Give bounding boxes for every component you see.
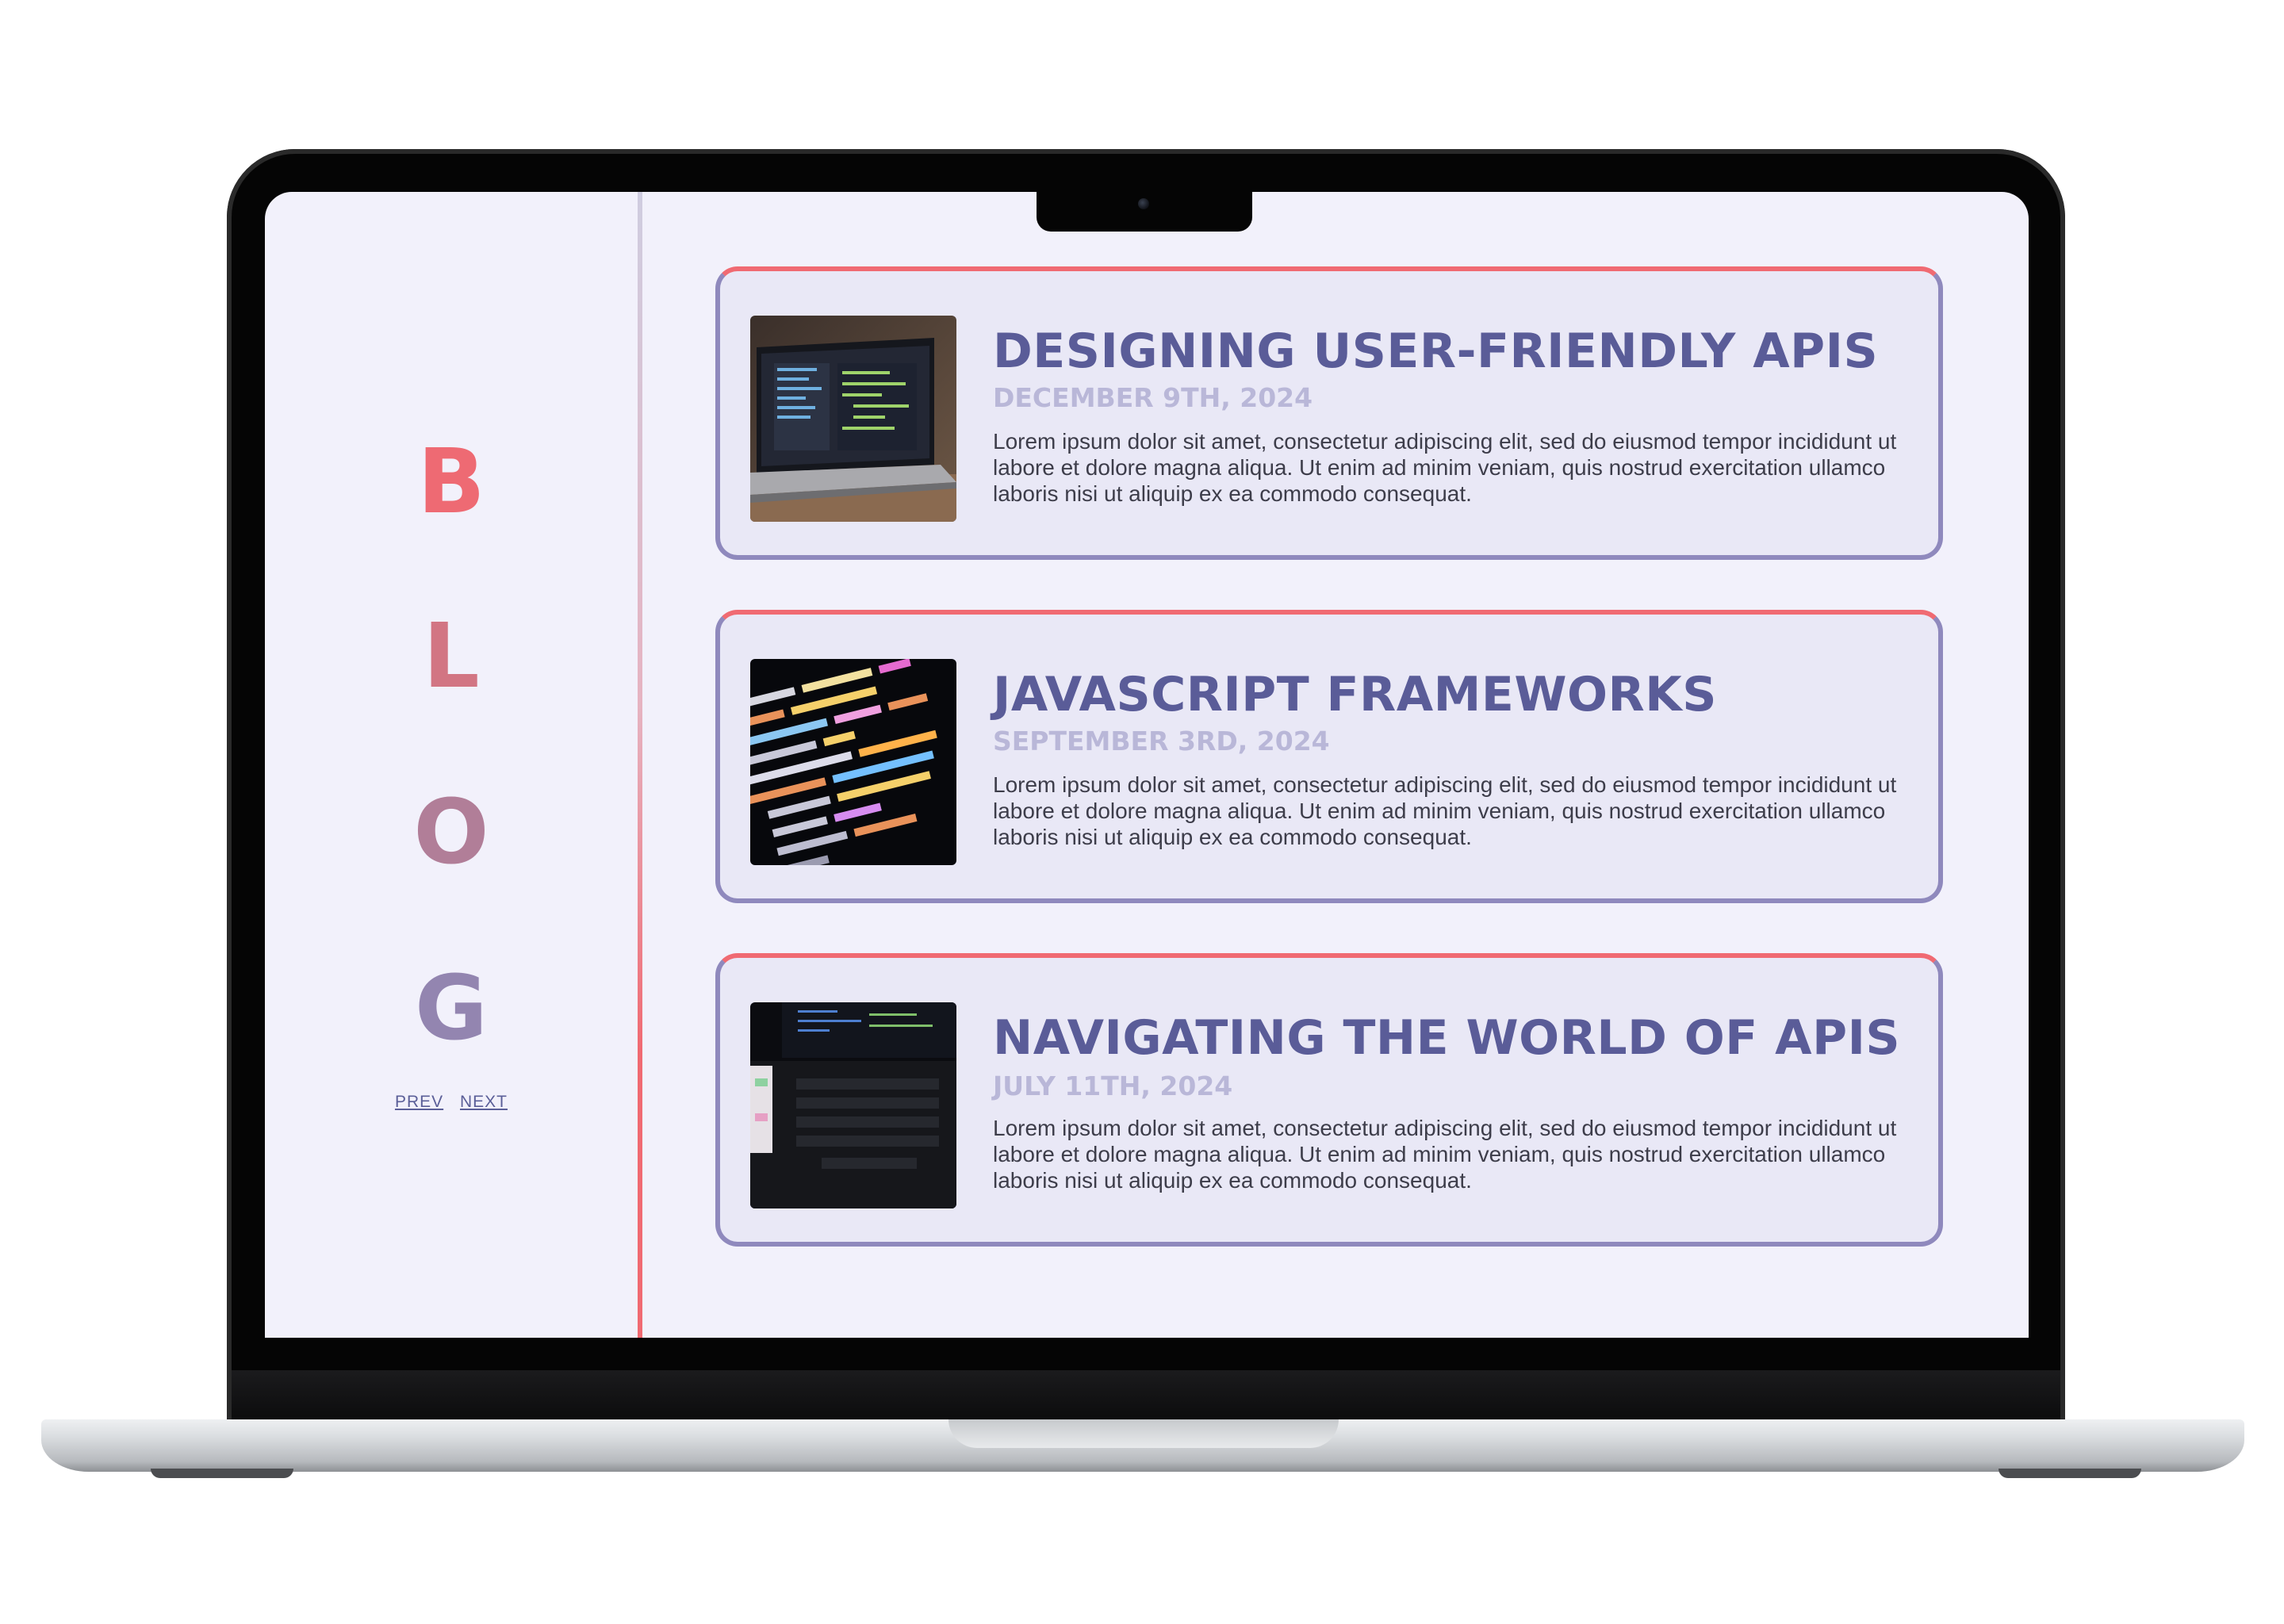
pagination: PREV NEXT	[265, 1093, 638, 1112]
sidebar-divider	[638, 192, 642, 1338]
dark-laptop-photo	[750, 1002, 956, 1208]
laptop-opening-notch	[948, 1419, 1339, 1448]
post-excerpt: Lorem ipsum dolor sit amet, consectetur …	[993, 772, 1897, 849]
post-title[interactable]: NAVIGATING THE WORLD OF APIS	[993, 1010, 1921, 1066]
laptop-code-photo	[750, 316, 956, 522]
post-excerpt: Lorem ipsum dolor sit amet, consectetur …	[993, 1116, 1897, 1193]
blog-letter-l: L	[423, 605, 480, 708]
camera-icon	[1138, 198, 1149, 209]
laptop-chin	[232, 1370, 2060, 1419]
screen: B L O G PREV NEXT DESIGNING USER-FRIENDL…	[265, 192, 2029, 1338]
blog-letter-o: O	[413, 781, 489, 884]
post-title[interactable]: DESIGNING USER-FRIENDLY APIS	[993, 324, 1921, 379]
post-card[interactable]: DESIGNING USER-FRIENDLY APIS DECEMBER 9T…	[715, 266, 1943, 560]
post-date: SEPTEMBER 3RD, 2024	[993, 726, 1330, 756]
post-thumbnail[interactable]	[750, 316, 956, 522]
post-thumbnail[interactable]	[750, 1002, 956, 1208]
next-link[interactable]: NEXT	[460, 1093, 508, 1111]
laptop-foot-left	[151, 1469, 293, 1478]
post-card[interactable]: JAVASCRIPT FRAMEWORKS SEPTEMBER 3RD, 202…	[715, 610, 1943, 903]
code-closeup-photo	[750, 659, 956, 865]
post-date: DECEMBER 9TH, 2024	[993, 382, 1313, 413]
blog-letter-b: B	[417, 431, 485, 534]
post-date: JULY 11TH, 2024	[993, 1071, 1233, 1101]
post-title[interactable]: JAVASCRIPT FRAMEWORKS	[993, 667, 1921, 722]
blog-letter-g: G	[415, 957, 488, 1060]
blog-sidebar: B L O G PREV NEXT	[265, 192, 638, 1338]
post-excerpt: Lorem ipsum dolor sit amet, consectetur …	[993, 429, 1897, 506]
camera-notch	[1037, 190, 1252, 232]
prev-link[interactable]: PREV	[395, 1093, 443, 1111]
post-card[interactable]: NAVIGATING THE WORLD OF APIS JULY 11TH, …	[715, 953, 1943, 1247]
post-thumbnail[interactable]	[750, 659, 956, 865]
laptop-foot-right	[1998, 1469, 2141, 1478]
